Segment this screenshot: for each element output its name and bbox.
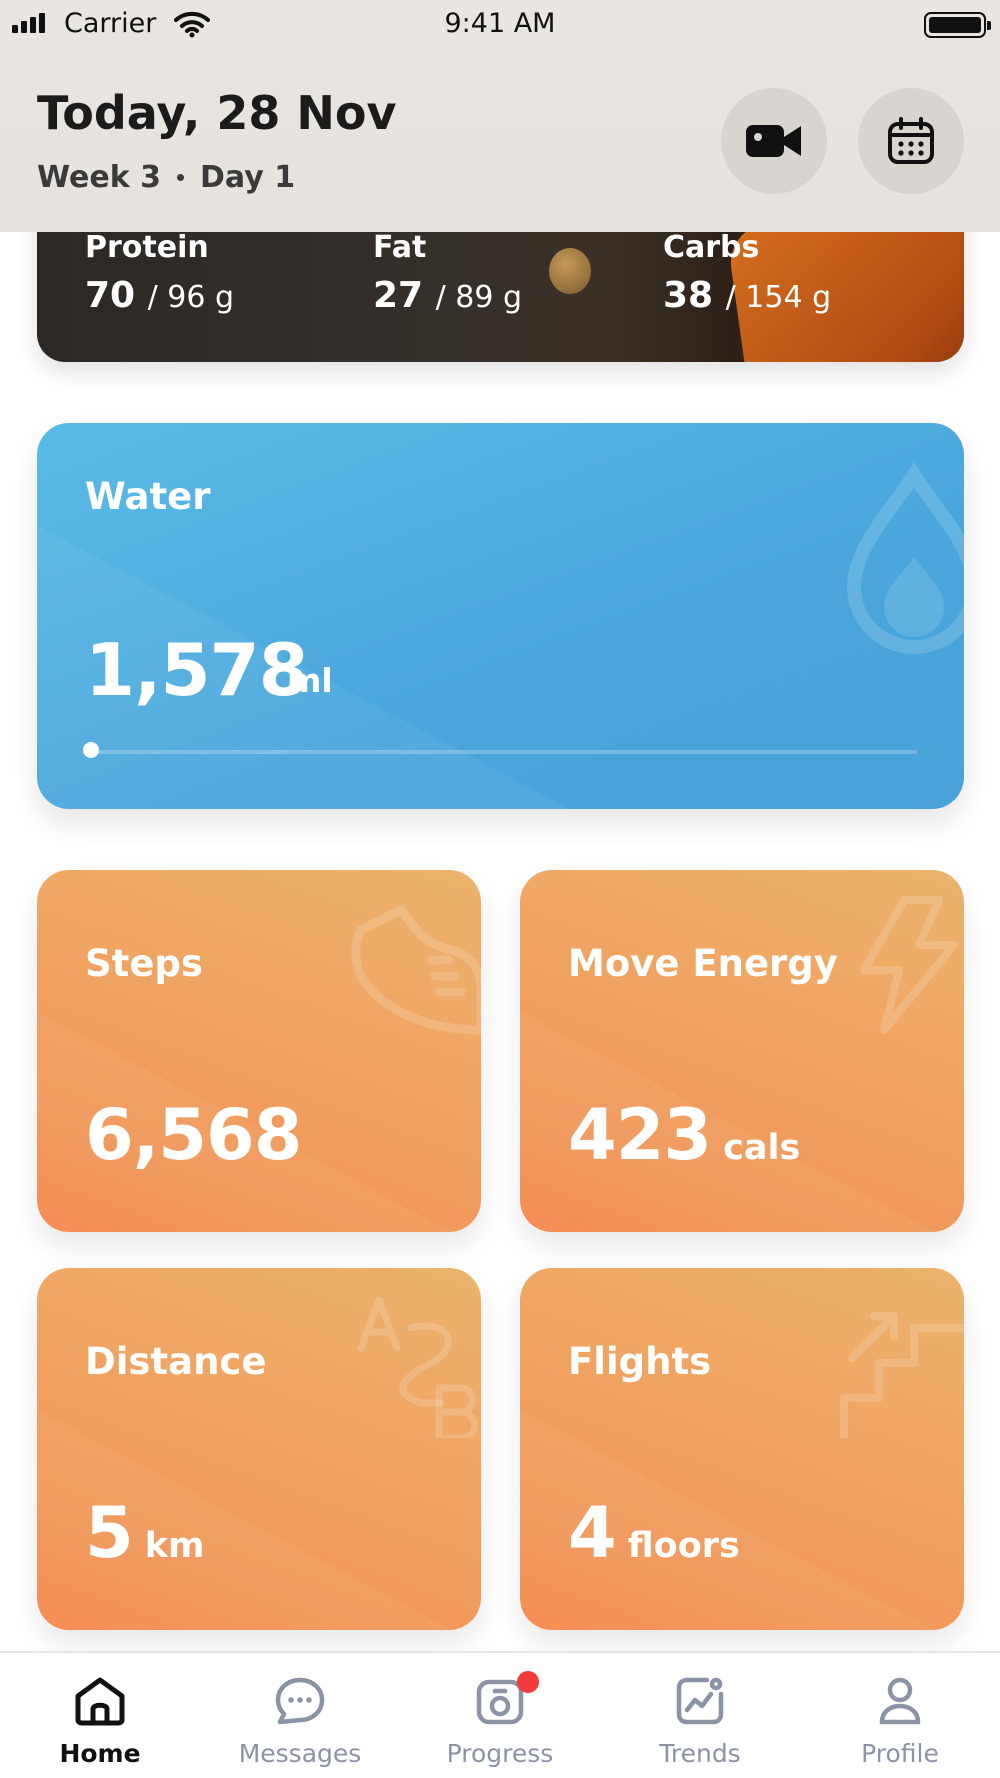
steps-value-group: 6,568 [85, 1094, 302, 1176]
macro-fat-target: / 89 g [435, 280, 523, 315]
user-icon [879, 1677, 921, 1725]
home-icon [75, 1677, 125, 1726]
move-energy-card[interactable]: Move Energy 423 cals [520, 870, 964, 1232]
water-card[interactable]: Water 1,578 ml [37, 423, 964, 809]
week-label: Week 3 [37, 160, 161, 195]
tab-profile-label: Profile [861, 1739, 939, 1768]
trend-chart-icon [676, 1677, 724, 1725]
stairs-icon [834, 1288, 964, 1442]
clock: 9:41 AM [444, 8, 556, 39]
macro-fat-label: Fat [373, 230, 427, 265]
macro-protein-label: Protein [85, 230, 209, 265]
water-progress-track[interactable] [85, 750, 917, 754]
flights-label: Flights [568, 1340, 712, 1383]
calendar-icon [888, 117, 934, 164]
day-label: Day 1 [199, 160, 296, 195]
video-camera-icon [746, 125, 801, 157]
status-bar: Carrier 9:41 AM [0, 0, 1000, 48]
chat-bubble-icon [275, 1677, 325, 1725]
steps-value: 6,568 [85, 1094, 302, 1176]
distance-unit: km [144, 1526, 205, 1566]
move-energy-value: 423 [568, 1094, 712, 1176]
move-energy-value-group: 423 cals [568, 1094, 800, 1176]
tab-messages-label: Messages [238, 1739, 362, 1768]
water-label: Water [85, 475, 211, 518]
distance-card[interactable]: Distance 5 km [37, 1268, 481, 1630]
move-energy-label: Move Energy [568, 942, 838, 985]
tab-home-label: Home [59, 1739, 141, 1768]
notification-badge [517, 1671, 539, 1693]
macro-protein-target: / 96 g [147, 280, 235, 315]
flights-value-group: 4 floors [568, 1492, 740, 1574]
tab-trends[interactable]: Trends [600, 1653, 800, 1778]
tab-messages[interactable]: Messages [200, 1653, 400, 1778]
macro-protein: Protein 70 / 96 g [85, 230, 234, 316]
macro-fat: Fat 27 / 89 g [373, 230, 522, 316]
macro-carbs-label: Carbs [663, 230, 760, 265]
separator-dot [176, 174, 184, 181]
top-bar: Carrier 9:41 AM Today, 28 Nov Week 3 Day… [0, 0, 1000, 232]
flights-card[interactable]: Flights 4 floors [520, 1268, 964, 1630]
battery-icon [924, 12, 991, 38]
steps-card[interactable]: Steps 6,568 [37, 870, 481, 1232]
tab-bar: Home Messages Progress Trends Profile [0, 1651, 1000, 1778]
macro-fat-value: 27 [373, 275, 424, 316]
water-value: 1,578 [85, 628, 309, 712]
water-drop-icon [784, 447, 964, 701]
flights-value: 4 [568, 1492, 617, 1574]
week-day-subtitle: Week 3 Day 1 [37, 160, 295, 195]
sneaker-icon [331, 890, 481, 1044]
tab-progress-label: Progress [446, 1739, 554, 1768]
distance-label: Distance [85, 1340, 267, 1383]
calendar-button[interactable] [858, 88, 964, 194]
a-to-b-icon [351, 1288, 481, 1442]
water-progress-knob[interactable] [83, 742, 99, 758]
tab-home[interactable]: Home [0, 1653, 200, 1778]
distance-value-group: 5 km [85, 1492, 204, 1574]
macro-carbs-value: 38 [663, 275, 714, 316]
macro-carbs: Carbs 38 / 154 g [663, 230, 831, 316]
flights-unit: floors [627, 1526, 740, 1566]
distance-value: 5 [85, 1492, 134, 1574]
steps-label: Steps [85, 942, 203, 985]
water-unit: ml [287, 661, 333, 700]
tab-profile[interactable]: Profile [800, 1653, 1000, 1778]
macro-protein-value: 70 [85, 275, 136, 316]
move-energy-unit: cals [723, 1128, 801, 1168]
video-call-button[interactable] [721, 88, 827, 194]
lightning-icon [834, 890, 964, 1044]
macro-carbs-target: / 154 g [725, 280, 832, 315]
tab-progress[interactable]: Progress [400, 1653, 600, 1778]
page-title: Today, 28 Nov [37, 86, 397, 140]
tab-trends-label: Trends [659, 1739, 741, 1768]
macros-food-photo [549, 248, 591, 294]
